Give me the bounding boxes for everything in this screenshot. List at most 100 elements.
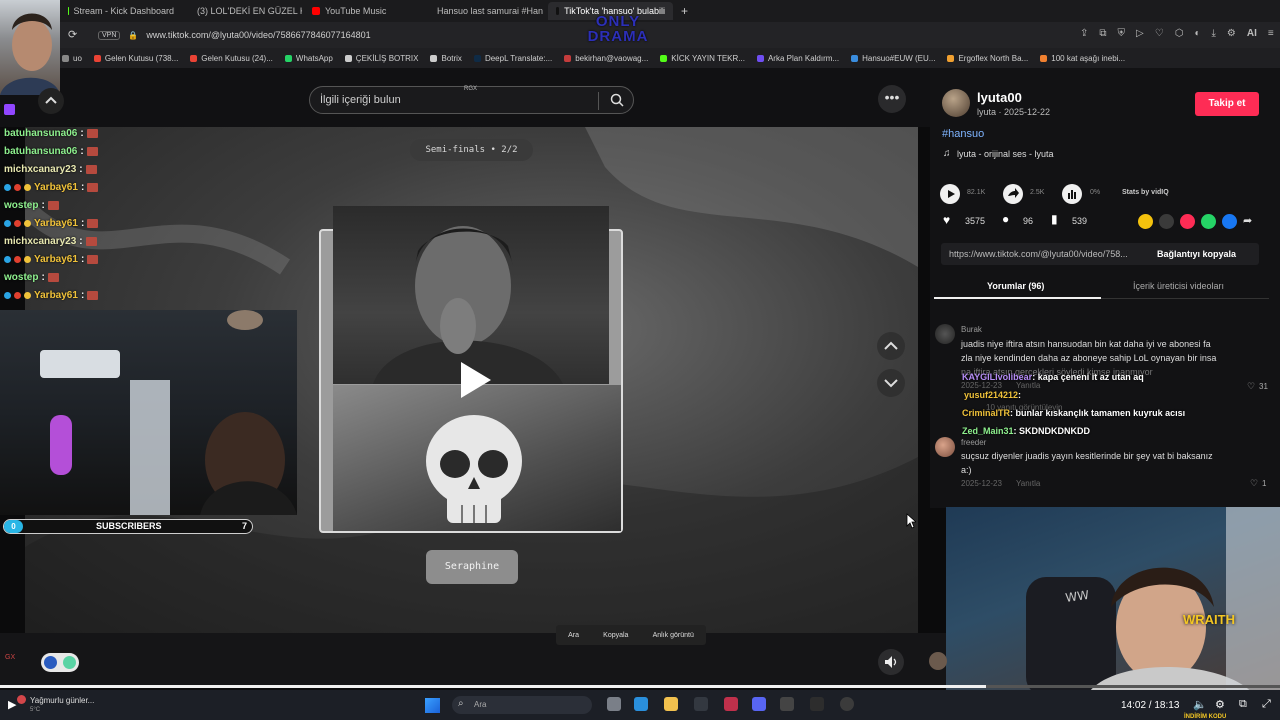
miniplayer-icon[interactable]: ⧉	[1239, 698, 1247, 711]
bookmark-item[interactable]: Arka Plan Kaldırm...	[756, 54, 839, 63]
like-icon[interactable]: ♥	[943, 213, 950, 227]
chat-badge-icon	[24, 256, 31, 263]
comment-like-icon[interactable]: ♡	[1247, 381, 1255, 392]
copy-link-button[interactable]: Bağlantıyı kopyala	[1157, 249, 1236, 259]
edge-icon[interactable]	[634, 697, 648, 711]
comment-avatar[interactable]	[935, 437, 955, 457]
comment-icon[interactable]: ●	[1002, 212, 1009, 226]
discord-icon[interactable]	[752, 697, 766, 711]
forward-icon[interactable]: ➦	[1243, 214, 1258, 229]
bookmark-item[interactable]: Gelen Kutusu (24)...	[190, 54, 273, 63]
overlay-collapse-button[interactable]	[38, 88, 64, 114]
author-username[interactable]: lyuta00	[977, 90, 1022, 105]
comment-author[interactable]: freeder	[961, 438, 986, 447]
fullscreen-icon[interactable]: ⤢	[1262, 698, 1271, 711]
gamer-scene: WW	[1026, 507, 1280, 697]
screenshot-icon[interactable]: ⧉	[1099, 28, 1106, 39]
coin-icon[interactable]	[1138, 214, 1153, 229]
youtube-player-bar: 14:02 / 18:13 🔈 ⚙ ⧉ ⤢ İNDİRİM KODU	[1100, 695, 1280, 720]
browser-tab[interactable]: (3) LOL'DEKİ EN GÜZEL K	[184, 2, 302, 20]
tab-comments[interactable]: Yorumlar (96)	[987, 281, 1044, 291]
browser-tab[interactable]: Hansuo last samurai #Han	[424, 2, 546, 20]
facebook-icon[interactable]	[1222, 214, 1237, 229]
bookmark-item[interactable]: KİCK YAYIN TEKR...	[660, 54, 745, 63]
shield-icon[interactable]: ⛨	[1118, 28, 1126, 39]
menu-icon[interactable]: ≡	[1268, 28, 1274, 39]
url-field[interactable]: www.tiktok.com/@lyuta00/video/7586677846…	[146, 30, 370, 40]
comment-reply[interactable]: Yanıtla	[1016, 381, 1040, 390]
ctx-search[interactable]: Ara	[568, 632, 579, 639]
browser-tab[interactable]: YouTube Music	[304, 2, 422, 20]
bookmark-label: ÇEKİLİŞ BOTRIX	[355, 53, 419, 63]
bookmark-item[interactable]: DeepL Translate:...	[473, 54, 552, 63]
volume-button[interactable]	[878, 649, 904, 675]
taskbar-search[interactable]: ⌕ Ara	[452, 696, 592, 714]
hashtag-link[interactable]: #hansuo	[942, 128, 984, 140]
toggle-pill[interactable]	[41, 653, 79, 672]
bookmark-label: Gelen Kutusu (24)...	[201, 53, 273, 63]
ai-button[interactable]: AI	[1247, 28, 1257, 39]
author-avatar[interactable]	[942, 89, 970, 117]
comment-author[interactable]: Burak	[961, 325, 982, 334]
more-options-button[interactable]: •••	[878, 85, 906, 113]
play-count-icon[interactable]	[940, 184, 960, 204]
settings-icon[interactable]: ⚙	[1215, 698, 1225, 711]
taskbar-play-icon[interactable]: ▶	[8, 698, 16, 711]
whatsapp-icon[interactable]	[1201, 214, 1216, 229]
bookmark-item[interactable]: WhatsApp	[284, 54, 333, 63]
task-view-icon[interactable]	[607, 697, 621, 711]
ctx-snapshot[interactable]: Anlık görüntü	[653, 632, 694, 639]
weather-text[interactable]: Yağmurlu günler...	[30, 696, 94, 705]
follow-button[interactable]: Takip et	[1195, 92, 1259, 116]
embed-icon[interactable]	[1159, 214, 1174, 229]
settings-icon[interactable]: ⚙	[1227, 28, 1236, 39]
comment-like-icon[interactable]: ♡	[1250, 478, 1258, 489]
comment-reply[interactable]: Yanıtla	[1016, 479, 1040, 488]
bookmark-item[interactable]: Gelen Kutusu (738...	[93, 54, 178, 63]
new-tab-button[interactable]: +	[681, 4, 688, 18]
play-icon[interactable]	[455, 360, 495, 400]
next-video-button[interactable]	[877, 369, 905, 397]
app-icon[interactable]	[810, 697, 824, 711]
video-progress-bar[interactable]	[0, 685, 1280, 688]
file-explorer-icon[interactable]	[664, 697, 678, 711]
bookmark-item[interactable]: ÇEKİLİŞ BOTRIX	[344, 53, 419, 63]
browser-tab[interactable]: Stream - Kick Dashboard	[60, 2, 182, 20]
extensions-icon[interactable]: ⬡	[1175, 28, 1184, 39]
windows-start-icon[interactable]	[425, 698, 440, 713]
heart-icon[interactable]: ♡	[1155, 28, 1164, 39]
play-icon[interactable]: ▷	[1136, 28, 1144, 39]
bookmark-item[interactable]: Botrix	[430, 54, 462, 63]
download-icon[interactable]: ⤓	[1211, 28, 1215, 39]
bookmark-item[interactable]: uo	[62, 54, 82, 63]
comment-date: 2025-12-23	[961, 381, 1002, 390]
context-menu[interactable]: Ara Kopyala Anlık görüntü	[556, 625, 706, 645]
sound-name[interactable]: lyuta - orijinal ses - lyuta	[957, 149, 1054, 159]
send-icon[interactable]	[1180, 214, 1195, 229]
bookmark-item[interactable]: Ergoflex North Ba...	[947, 54, 1028, 63]
stats-icon[interactable]	[1062, 184, 1082, 204]
ctx-copy[interactable]: Kopyala	[603, 632, 628, 639]
comment-avatar[interactable]	[935, 324, 955, 344]
app-icon[interactable]	[780, 697, 794, 711]
tab-creator-videos[interactable]: İçerik üreticisi videoları	[1133, 281, 1224, 291]
bookmark-item[interactable]: 100 kat aşağı inebi...	[1040, 54, 1125, 63]
vpn-badge[interactable]: VPN	[98, 30, 121, 40]
play-count: 82.1K	[967, 189, 986, 196]
link-url[interactable]: https://www.tiktok.com/@lyuta00/video/75…	[949, 249, 1128, 259]
previous-video-button[interactable]	[877, 332, 905, 360]
share-icon[interactable]: ⇪	[1080, 28, 1088, 39]
reload-icon[interactable]: ⟳	[68, 28, 77, 41]
profile-icon[interactable]: ◐	[1194, 28, 1200, 39]
share-icon[interactable]	[1003, 184, 1023, 204]
bookmark-item[interactable]: bekirhan@vaowag...	[564, 54, 648, 63]
obs-icon[interactable]	[840, 697, 854, 711]
terminal-icon[interactable]	[694, 697, 708, 711]
search-icon[interactable]	[610, 93, 624, 107]
volume-icon[interactable]: 🔈	[1193, 698, 1207, 711]
bookmark-item[interactable]: Hansuo#EUW (EU...	[851, 54, 935, 63]
search-input[interactable]: İlgili içeriği bulun	[320, 94, 401, 106]
app-icon[interactable]	[724, 697, 738, 711]
chat-emote-icon	[86, 129, 98, 138]
bookmark-icon[interactable]: ▮	[1051, 212, 1058, 226]
